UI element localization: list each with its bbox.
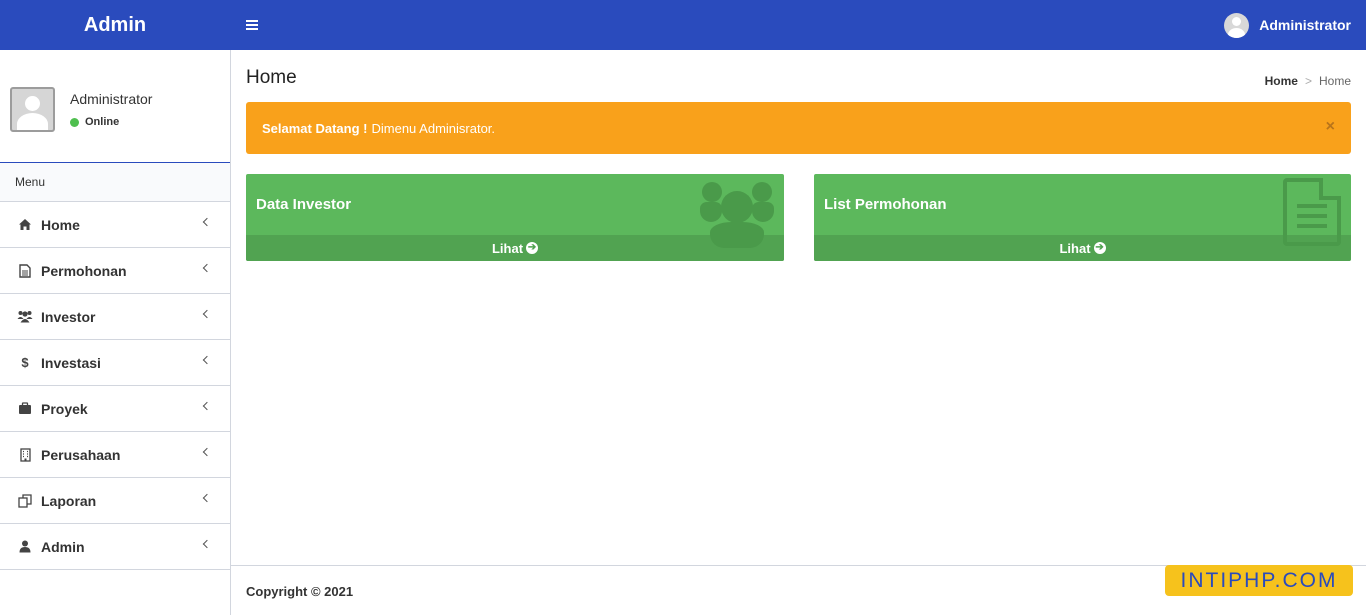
sidebar-item-label: Admin <box>41 538 85 555</box>
brand-logo[interactable]: Admin <box>0 0 230 50</box>
copy-icon <box>17 493 33 508</box>
chevron-left-icon <box>202 447 212 457</box>
content-wrapper: Home Home > Home Selamat Datang ! Dimenu… <box>231 50 1366 565</box>
chevron-left-icon <box>202 309 212 319</box>
user-menu[interactable]: Administrator <box>1224 0 1351 50</box>
users-icon <box>700 178 774 248</box>
file-text-icon <box>1283 178 1341 246</box>
box-inner: List Permohonan <box>814 174 1351 246</box>
alert-close-button[interactable]: × <box>1326 118 1335 136</box>
copyright-text: Copyright © 2021 <box>246 584 354 599</box>
sidebar-item-label: Home <box>41 216 80 233</box>
sidebar-item-laporan[interactable]: Laporan <box>0 478 230 524</box>
briefcase-icon <box>17 402 33 416</box>
arrow-circle-right-icon: ➔ <box>526 242 539 254</box>
alert-text: Dimenu Adminisrator. <box>371 120 496 136</box>
top-navbar: Admin Administrator <box>0 0 1366 50</box>
breadcrumb-current: Home <box>1318 74 1351 88</box>
sidebar-item-label: Permohonan <box>41 262 127 279</box>
user-avatar <box>10 87 55 132</box>
breadcrumb-home-link[interactable]: Home <box>1265 74 1298 88</box>
breadcrumb-separator: > <box>1304 74 1312 88</box>
page-title: Home <box>246 67 297 88</box>
watermark-logo: INTIPHP.COM <box>1165 565 1353 596</box>
file-icon <box>17 263 33 278</box>
sidebar-item-investasi[interactable]: $ Investasi <box>0 340 230 386</box>
sidebar-item-label: Investasi <box>41 354 101 371</box>
chevron-left-icon <box>202 401 212 411</box>
sidebar-item-proyek[interactable]: Proyek <box>0 386 230 432</box>
home-icon <box>17 218 33 232</box>
box-link-label: Lihat <box>491 240 524 256</box>
online-status-icon <box>70 117 79 127</box>
sidebar-toggle-button[interactable] <box>238 10 266 40</box>
user-panel: Administrator Online <box>0 50 230 163</box>
building-icon <box>17 447 33 462</box>
list-permohonan-box: List Permohonan Lihat ➔ <box>814 174 1351 261</box>
sidebar-item-permohonan[interactable]: Permohonan <box>0 248 230 294</box>
chevron-left-icon <box>202 263 212 273</box>
user-status[interactable]: Online <box>70 116 119 128</box>
box-inner: Data Investor <box>246 174 784 248</box>
sidebar-item-label: Investor <box>41 308 96 325</box>
list-permohonan-lihat-link[interactable]: Lihat ➔ <box>814 235 1351 261</box>
sidebar-item-home[interactable]: Home <box>0 202 230 248</box>
arrow-circle-right-icon: ➔ <box>1093 242 1106 254</box>
sidebar-item-investor[interactable]: Investor <box>0 294 230 340</box>
box-title: List Permohonan <box>824 196 947 213</box>
alert-strong-text: Selamat Datang ! <box>262 120 368 136</box>
sidebar-item-label: Perusahaan <box>41 446 121 463</box>
welcome-alert: Selamat Datang ! Dimenu Adminisrator. × <box>246 102 1351 154</box>
box-link-label: Lihat <box>1059 240 1091 256</box>
chevron-left-icon <box>202 355 212 365</box>
avatar <box>1224 12 1250 38</box>
user-status-label: Online <box>85 116 120 128</box>
sidebar-item-admin[interactable]: Admin <box>0 524 230 570</box>
chevron-left-icon <box>202 217 212 227</box>
users-icon <box>17 310 33 324</box>
chevron-left-icon <box>202 493 212 503</box>
user-menu-name: Administrator <box>1259 17 1351 33</box>
hamburger-icon <box>246 24 258 26</box>
sidebar-item-perusahaan[interactable]: Perusahaan <box>0 432 230 478</box>
chevron-left-icon <box>202 539 212 549</box>
box-title: Data Investor <box>256 196 352 213</box>
sidebar-item-label: Proyek <box>41 400 88 417</box>
dollar-icon: $ <box>21 355 29 370</box>
user-icon <box>17 540 33 554</box>
breadcrumb: Home > Home <box>1265 74 1351 88</box>
sidebar: Administrator Online Menu Home Permohona… <box>0 50 231 615</box>
sidebar-item-label: Laporan <box>41 492 97 509</box>
data-investor-box: Data Investor Lihat ➔ <box>246 174 784 261</box>
menu-header: Menu <box>0 163 230 202</box>
user-panel-name: Administrator <box>70 91 153 107</box>
